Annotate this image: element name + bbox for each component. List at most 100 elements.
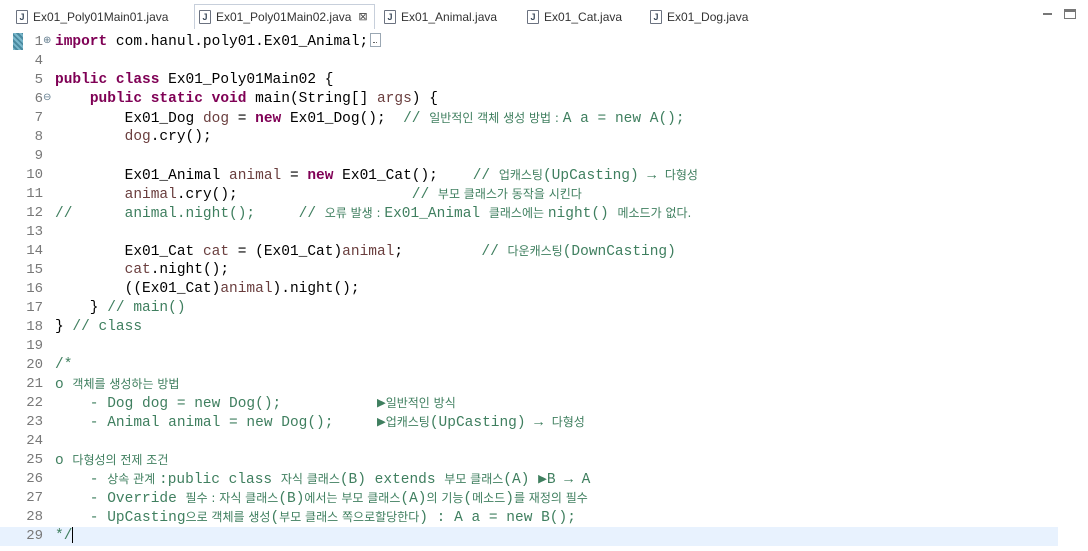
line-number: 15 (26, 262, 43, 278)
code-text: // animal.night(); // 오류 발생 : Ex01_Anima… (55, 204, 691, 224)
comment-token: // (481, 244, 508, 260)
comment-token: // (411, 187, 438, 203)
tab-ex01-poly01main01[interactable]: J Ex01_Poly01Main01.java (16, 7, 168, 27)
line-number: 24 (26, 433, 43, 449)
code-token: Ex01_Poly01Main02 { (159, 72, 334, 88)
code-token: } (55, 300, 108, 316)
java-file-icon: J (199, 10, 211, 24)
code-text: cat.night(); (55, 261, 229, 280)
code-text: public class Ex01_Poly01Main02 { (55, 71, 333, 90)
expand-fold-icon[interactable]: ⊕ (43, 31, 51, 50)
code-line[interactable]: 6 ⊖ public static void main(String[] args… (0, 90, 1058, 109)
code-editor[interactable]: 1 ⊕ import com.hanul.poly01.Ex01_Animal; 4 5… (0, 33, 1088, 551)
minimize-icon[interactable] (1042, 9, 1054, 19)
line-number: 6 (34, 91, 43, 107)
comment-token: (B) extends (339, 472, 445, 488)
line-number: 16 (26, 281, 43, 297)
code-line[interactable]: 28 - UpCasting으로 객체를 생성(부모 클래스 쪽으로할당한다) … (0, 508, 1058, 527)
tab-label: Ex01_Poly01Main01.java (33, 10, 169, 24)
code-text: - UpCasting으로 객체를 생성(부모 클래스 쪽으로할당한다) : A… (55, 508, 576, 528)
code-text: } // main() (55, 299, 186, 318)
code-text: */ (55, 527, 74, 546)
code-text: animal.cry(); // 부모 클래스가 동작을 시킨다 (55, 185, 582, 205)
keyword-token: public static void (89, 91, 247, 107)
comment-token: (A) (400, 491, 427, 507)
code-line[interactable]: 23 - Animal animal = new Dog(); ▶업캐스팅(Up… (0, 413, 1058, 432)
code-line[interactable]: 29 */ (0, 527, 1058, 546)
comment-token: (DownCasting) (562, 244, 676, 260)
maximize-icon[interactable] (1064, 9, 1076, 19)
code-line[interactable]: 25 o 다형성의 전제 조건 (0, 451, 1058, 470)
code-text: - Animal animal = new Dog(); ▶업캐스팅(UpCas… (55, 413, 585, 433)
code-line[interactable]: 17 } // main() (0, 299, 1058, 318)
comment-token: (UpCasting) → (542, 168, 665, 184)
comment-token: 부모 클래스 쪽으로할당한다 (279, 510, 420, 524)
line-number: 18 (26, 319, 43, 335)
comment-token: ( (270, 510, 280, 526)
code-token: = (Ex01_Cat) (229, 244, 343, 260)
comment-token: 메소드가 없다. (617, 206, 692, 220)
code-line[interactable]: 9 (0, 147, 1058, 166)
code-token: Ex01_Cat(); (333, 168, 473, 184)
comment-token: 업캐스팅 (498, 168, 543, 182)
code-token: = (229, 111, 256, 127)
code-line[interactable]: 7 Ex01_Dog dog = new Ex01_Dog(); // 일반적인… (0, 109, 1058, 128)
tab-ex01-poly01main02[interactable]: J Ex01_Poly01Main02.java ⊠ (194, 4, 376, 29)
collapse-fold-icon[interactable]: ⊖ (43, 88, 51, 107)
code-text: o 객체를 생성하는 방법 (55, 375, 179, 395)
tab-ex01-dog[interactable]: J Ex01_Dog.java (650, 7, 748, 27)
code-line[interactable]: 5 public class Ex01_Poly01Main02 { (0, 71, 1058, 90)
comment-token: 객체를 생성하는 방법 (72, 377, 180, 391)
keyword-token: new (307, 168, 334, 184)
code-line[interactable]: 1 ⊕ import com.hanul.poly01.Ex01_Animal; (0, 33, 1058, 52)
code-line[interactable]: 12 // animal.night(); // 오류 발생 : Ex01_Ani… (0, 204, 1058, 223)
code-text: - Override 필수 : 자식 클래스(B)에서는 부모 클래스(A)의 … (55, 489, 588, 509)
code-text: import com.hanul.poly01.Ex01_Animal; (55, 33, 382, 52)
code-line[interactable]: 14 Ex01_Cat cat = (Ex01_Cat)animal; // 다… (0, 242, 1058, 261)
line-number: 26 (26, 471, 43, 487)
code-line[interactable]: 15 cat.night(); (0, 261, 1058, 280)
code-line[interactable]: 26 - 상속 관계 :public class 자식 클래스(B) exten… (0, 470, 1058, 489)
java-file-icon: J (384, 10, 396, 24)
line-number: 13 (26, 224, 43, 240)
variable-token: dog (202, 111, 230, 127)
comment-token: 으로 객체를 생성 (185, 510, 271, 524)
line-number: 27 (26, 490, 43, 506)
code-token: .night(); (150, 262, 230, 278)
tab-ex01-animal[interactable]: J Ex01_Animal.java (384, 7, 497, 27)
code-line[interactable]: 11 animal.cry(); // 부모 클래스가 동작을 시킨다 (0, 185, 1058, 204)
close-icon[interactable]: ⊠ (358, 11, 368, 22)
line-number: 14 (26, 243, 43, 259)
collapsed-imports-icon[interactable] (370, 33, 382, 48)
code-line[interactable]: 13 (0, 223, 1058, 242)
comment-token: - Animal animal = new Dog(); ▶ (55, 415, 386, 431)
code-line[interactable]: 4 (0, 52, 1058, 71)
comment-token: o (55, 453, 73, 469)
code-line[interactable]: 20 /* (0, 356, 1058, 375)
tab-label: Ex01_Animal.java (401, 10, 498, 24)
code-text: /* (55, 356, 72, 375)
code-token: = (281, 168, 308, 184)
comment-token: :public class (159, 472, 281, 488)
code-token: .cry(); (176, 187, 412, 203)
code-line[interactable]: 8 dog.cry(); (0, 128, 1058, 147)
code-line[interactable]: 10 Ex01_Animal animal = new Ex01_Cat(); … (0, 166, 1058, 185)
comment-token: 상속 관계 (107, 472, 160, 486)
code-line[interactable]: 21 o 객체를 생성하는 방법 (0, 375, 1058, 394)
variable-token: cat (202, 244, 230, 260)
code-line[interactable]: 27 - Override 필수 : 자식 클래스(B)에서는 부모 클래스(A… (0, 489, 1058, 508)
comment-token: 다형성 (664, 168, 698, 182)
tab-ex01-cat[interactable]: J Ex01_Cat.java (527, 7, 622, 27)
code-text: dog.cry(); (55, 128, 212, 147)
vertical-scrollbar[interactable] (1058, 33, 1088, 551)
code-line[interactable]: 18} // class (0, 318, 1058, 337)
code-line[interactable]: 24 (0, 432, 1058, 451)
code-line[interactable]: 22 - Dog dog = new Dog(); ▶일반적인 방식 (0, 394, 1058, 413)
code-token: Ex01_Dog(); (281, 111, 404, 127)
comment-token: 일반적인 방식 (385, 396, 456, 410)
code-line[interactable]: 16 ((Ex01_Cat)animal).night(); (0, 280, 1058, 299)
variable-token: animal (220, 281, 273, 297)
comment-token: /* (55, 357, 73, 373)
code-line[interactable]: 19 (0, 337, 1058, 356)
